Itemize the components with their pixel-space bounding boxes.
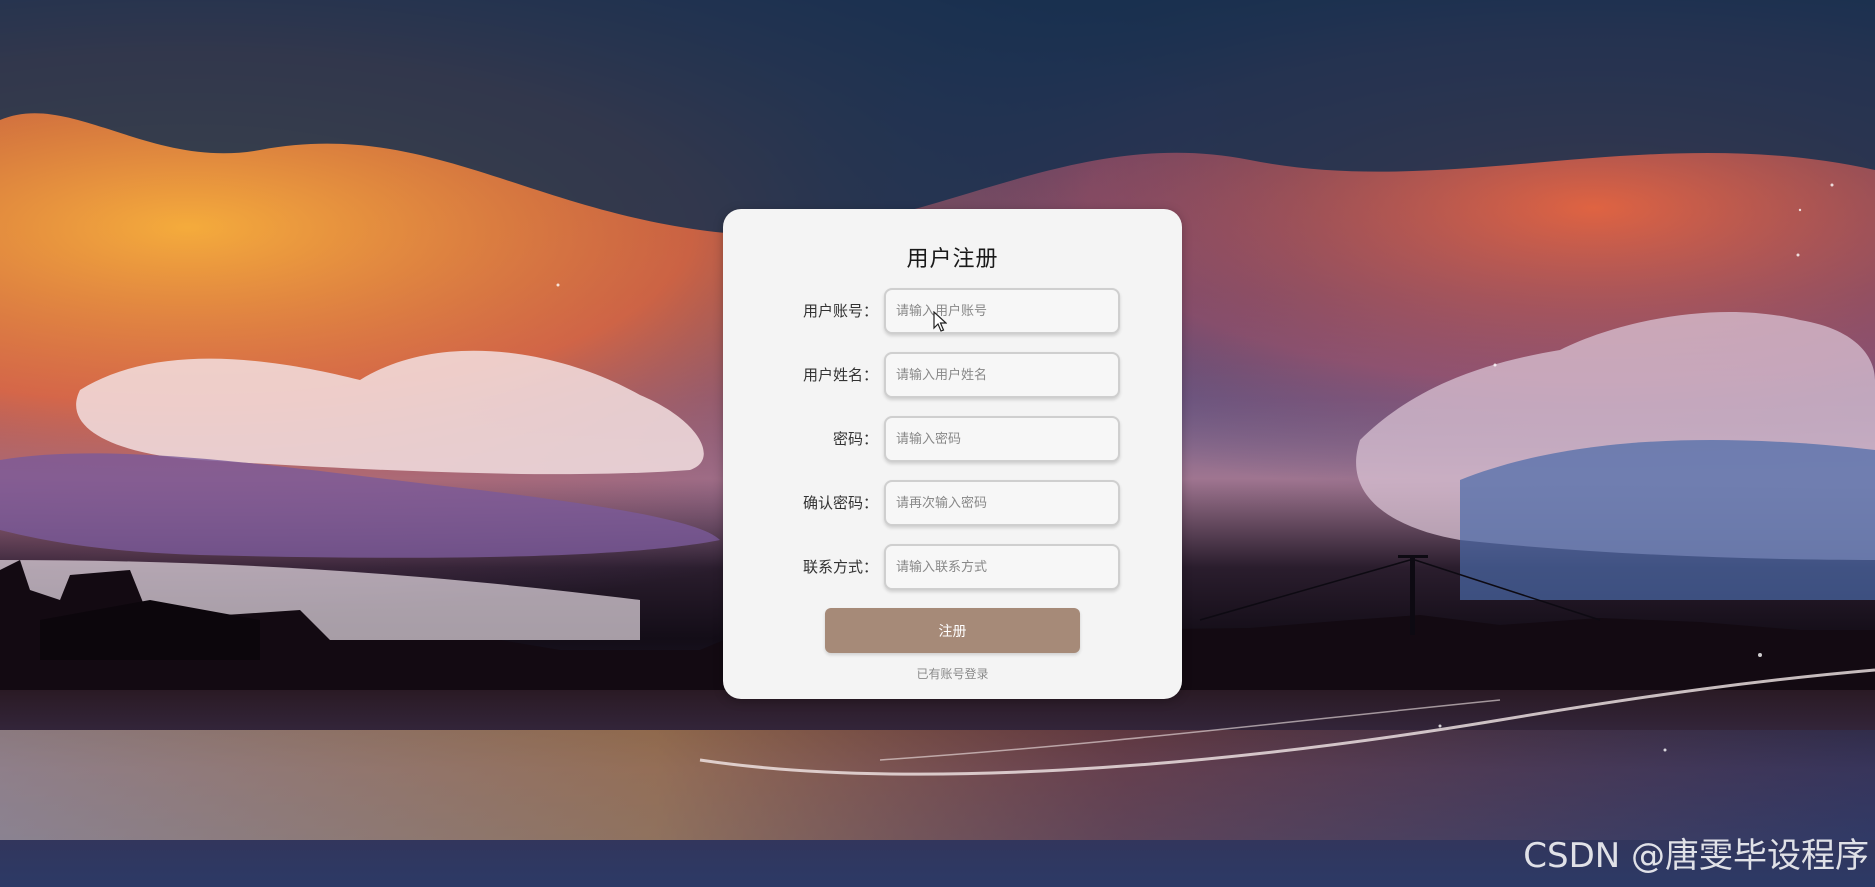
field-row-name: 用户姓名： [723, 352, 1182, 398]
field-row-password: 密码： [723, 416, 1182, 462]
confirm-password-input[interactable] [884, 480, 1120, 526]
contact-label: 联系方式： [802, 558, 878, 576]
confirm-password-label: 确认密码： [802, 494, 878, 512]
password-label: 密码： [832, 430, 878, 448]
field-row-confirm-password: 确认密码： [723, 480, 1182, 526]
name-label: 用户姓名： [802, 366, 878, 384]
form-title: 用户注册 [906, 247, 999, 272]
password-input[interactable] [884, 416, 1120, 462]
login-link[interactable]: 已有账号登录 [723, 665, 1182, 682]
watermark: CSDN @唐雯毕设程序 [1523, 836, 1869, 876]
contact-input[interactable] [884, 544, 1120, 590]
background-scene: 用户注册 用户账号： 用户姓名： 密码： 确认密码： 联系方式： 注册 已有账号… [0, 0, 1875, 887]
field-row-contact: 联系方式： [723, 544, 1182, 590]
mouse-cursor-icon [933, 311, 947, 332]
name-input[interactable] [884, 352, 1120, 398]
account-label: 用户账号： [802, 302, 878, 320]
register-card: 用户注册 用户账号： 用户姓名： 密码： 确认密码： 联系方式： 注册 已有账号… [723, 209, 1182, 699]
account-input[interactable] [884, 288, 1120, 334]
field-row-account: 用户账号： [723, 288, 1182, 334]
register-button[interactable]: 注册 [825, 608, 1080, 653]
